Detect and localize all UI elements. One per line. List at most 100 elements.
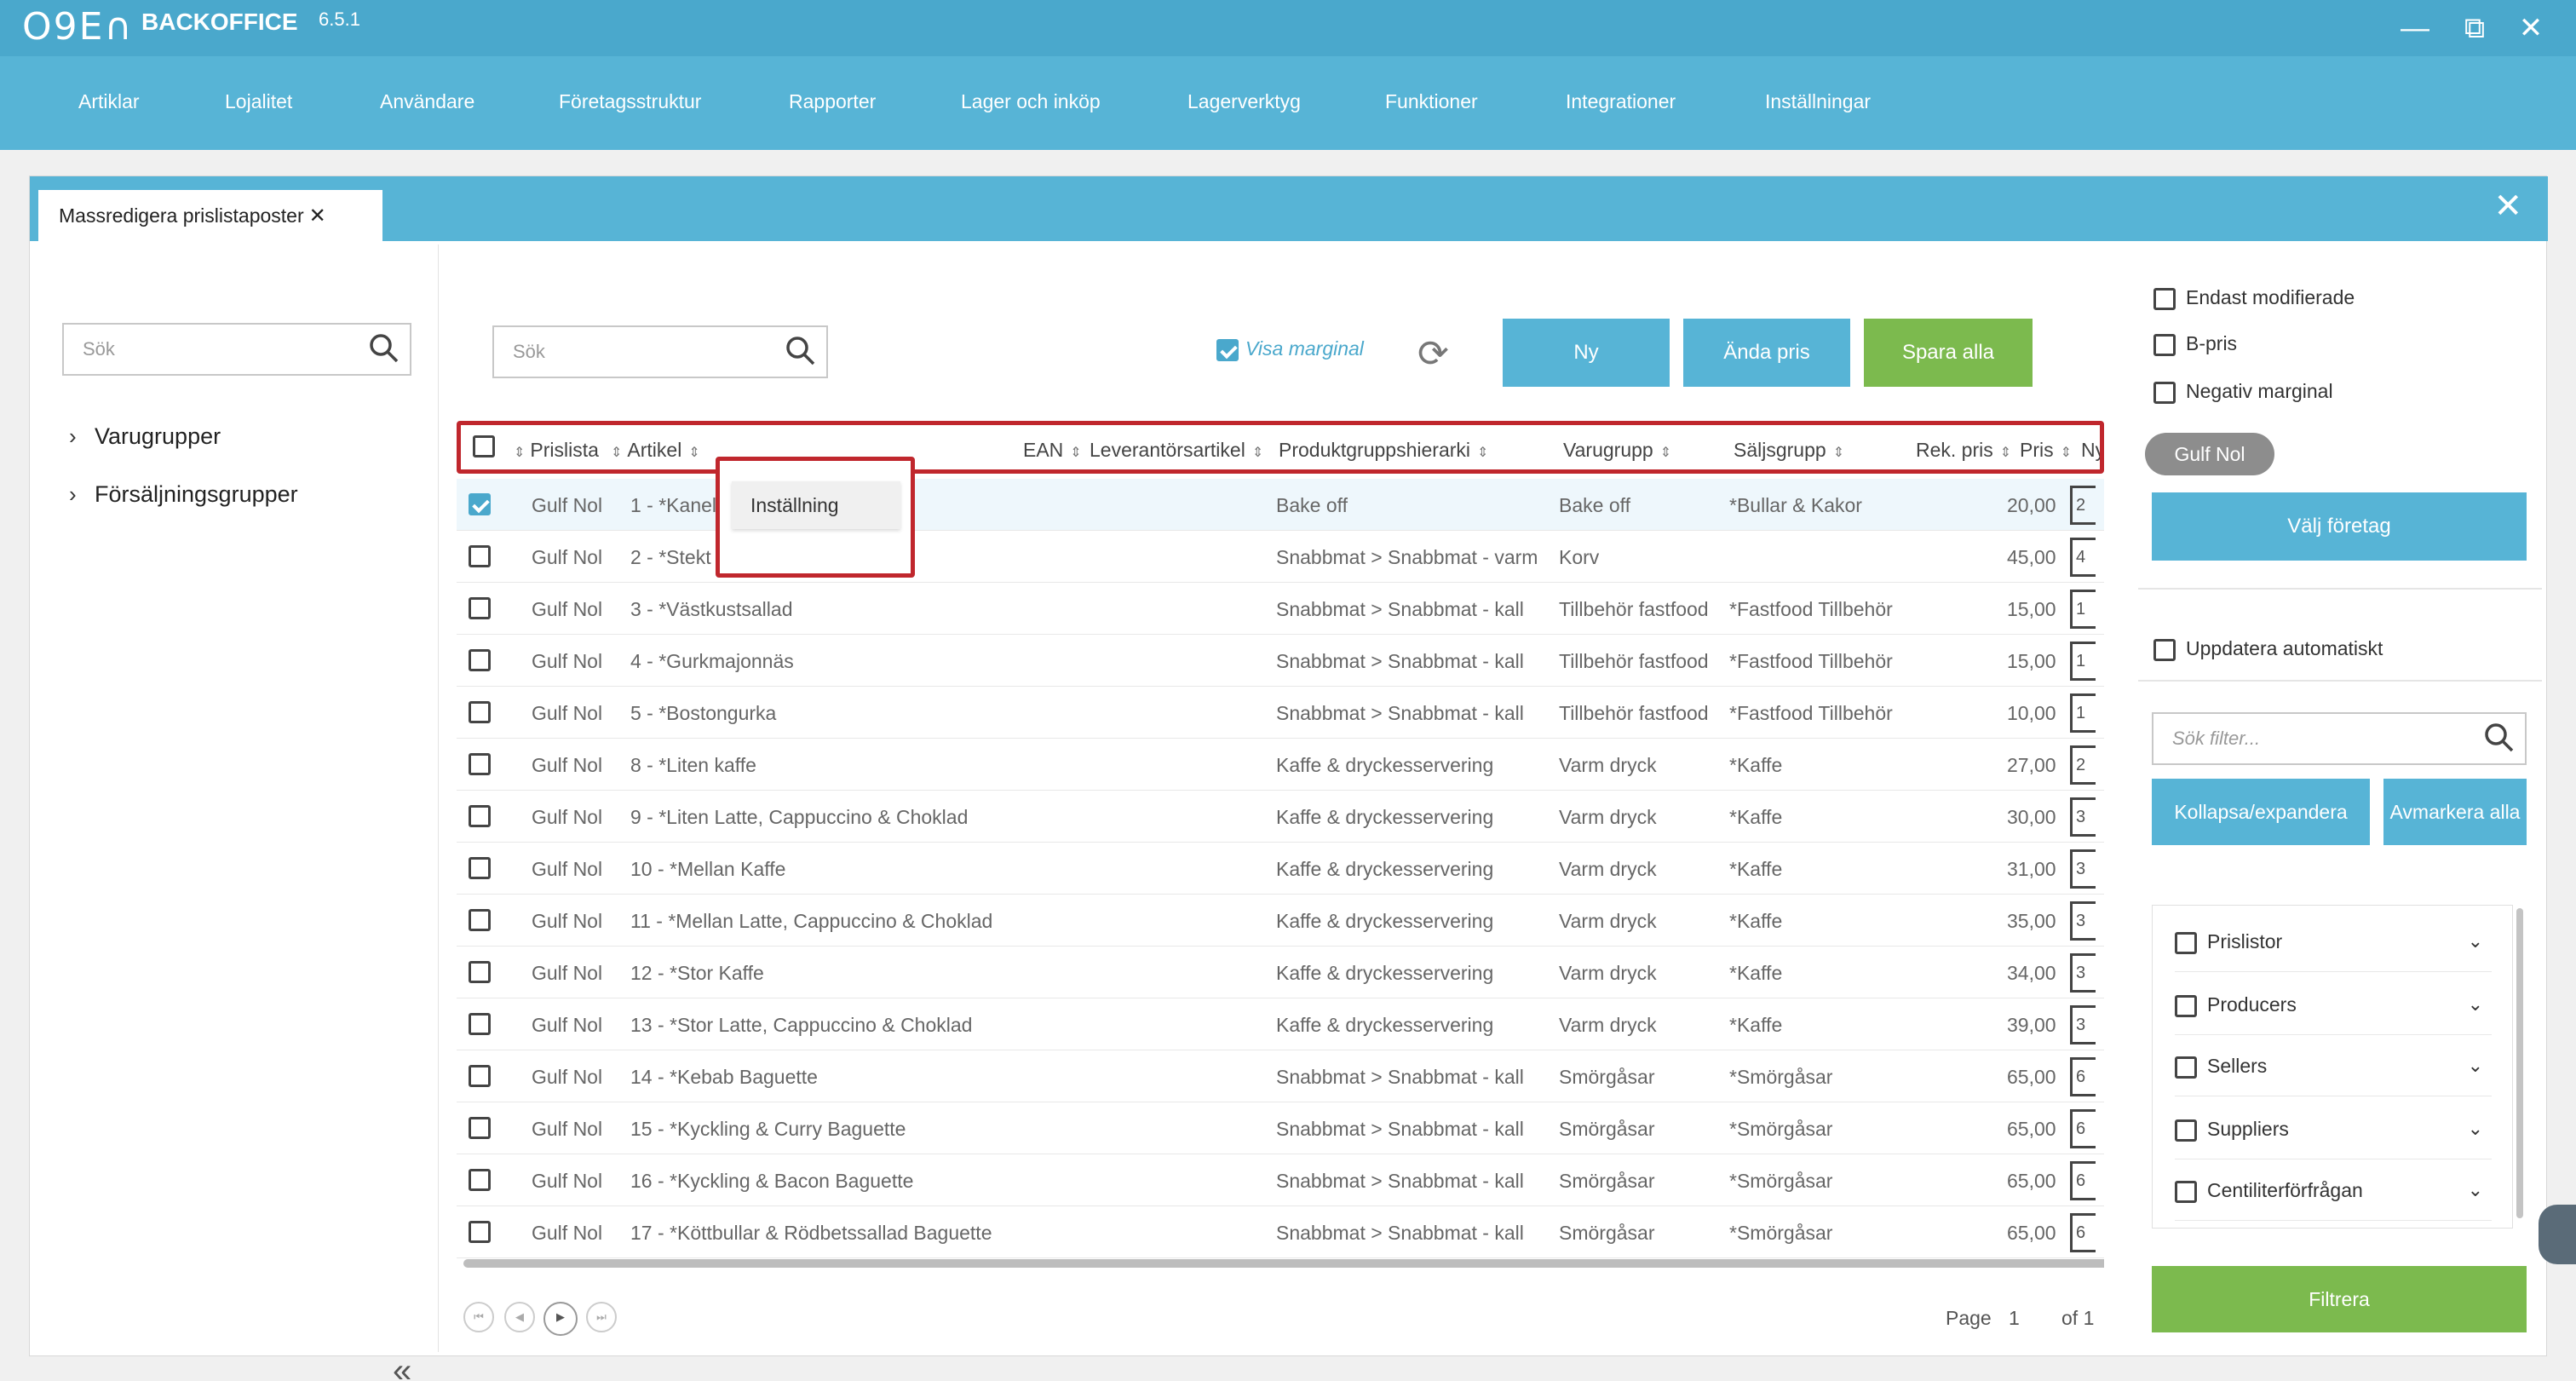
col-leverantorsartikel[interactable]: Leverantörsartikel ⇕ — [1090, 439, 1263, 462]
menu-lojalitet[interactable]: Lojalitet — [225, 90, 292, 113]
menu-funktioner[interactable]: Funktioner — [1385, 90, 1478, 113]
filter-search-input[interactable]: Sök filter... — [2152, 712, 2527, 765]
table-row[interactable]: Gulf Nol 9 - *Liten Latte, Cappuccino & C… — [457, 791, 2104, 843]
checkbox[interactable] — [2175, 994, 2197, 1017]
filter-item-suppliers[interactable]: Suppliers ⌄ — [2175, 1098, 2492, 1159]
filter-item-producers[interactable]: Producers ⌄ — [2175, 974, 2492, 1035]
tab-massredigera[interactable]: Massredigera prislistaposter ✕ — [38, 190, 382, 241]
checkbox[interactable] — [2153, 381, 2176, 404]
table-row[interactable]: Gulf Nol 10 - *Mellan Kaffe Kaffe & drycke… — [457, 843, 2104, 895]
checkbox[interactable] — [2153, 638, 2176, 661]
col-produktgruppshierarki[interactable]: Produktgruppshierarki ⇕ — [1279, 439, 1488, 462]
menu-foretagsstruktur[interactable]: Företagsstruktur — [559, 90, 701, 113]
cell-ny-input[interactable]: 3 — [2070, 849, 2096, 889]
menu-artiklar[interactable]: Artiklar — [78, 90, 140, 113]
cell-ny-input[interactable]: 2 — [2070, 745, 2096, 785]
col-artikel[interactable]: ⇕ Artikel ⇕ — [611, 439, 700, 462]
chevron-down-icon[interactable]: ⌄ — [2468, 1035, 2483, 1096]
menu-lagerverktyg[interactable]: Lagerverktyg — [1187, 90, 1301, 113]
checkbox[interactable] — [2175, 1056, 2197, 1079]
select-all-checkbox[interactable] — [473, 435, 495, 457]
close-window-button[interactable]: ✕ — [2510, 7, 2552, 49]
row-checkbox[interactable] — [469, 1221, 491, 1243]
refresh-icon[interactable]: ⟳ — [1417, 332, 1449, 376]
option-b-pris[interactable]: B-pris — [2153, 332, 2237, 356]
option-uppdatera-automatiskt[interactable]: Uppdatera automatiskt — [2153, 637, 2383, 661]
checkbox[interactable] — [2153, 287, 2176, 310]
row-checkbox[interactable] — [469, 1013, 491, 1035]
col-rek-pris[interactable]: Rek. pris ⇕ — [1916, 439, 2011, 462]
cell-ny-input[interactable]: 1 — [2070, 590, 2096, 629]
visa-marginal-toggle[interactable]: Visa marginal — [1216, 337, 1364, 361]
minimize-button[interactable]: — — [2394, 7, 2436, 49]
menu-rapporter[interactable]: Rapporter — [789, 90, 876, 113]
cell-ny-input[interactable]: 4 — [2070, 538, 2096, 577]
col-varugrupp[interactable]: Varugrupp ⇕ — [1563, 439, 1671, 462]
col-prislista[interactable]: ⇕ Prislista — [514, 439, 599, 462]
kollapsa-expandera-button[interactable]: Kollapsa/expandera — [2152, 779, 2370, 845]
table-row[interactable]: Gulf Nol 2 - *Stekt korv Snabbmat > Snabbm… — [457, 531, 2104, 583]
row-checkbox[interactable] — [469, 1117, 491, 1139]
table-row[interactable]: Gulf Nol 1 - *Kanelbulle Bake off Bake off *… — [457, 479, 2104, 531]
menu-integrationer[interactable]: Integrationer — [1566, 90, 1676, 113]
row-checkbox[interactable] — [469, 961, 491, 983]
prev-page-button[interactable]: ◀ — [504, 1302, 535, 1332]
table-row[interactable]: Gulf Nol 16 - *Kyckling & Bacon Baguette S… — [457, 1154, 2104, 1206]
row-checkbox[interactable] — [469, 701, 491, 723]
last-page-button[interactable]: ⏭ — [586, 1302, 617, 1332]
horizontal-scrollbar[interactable] — [463, 1259, 2104, 1268]
option-endast-modifierade[interactable]: Endast modifierade — [2153, 286, 2355, 310]
row-checkbox[interactable] — [469, 597, 491, 619]
cell-ny-input[interactable]: 3 — [2070, 797, 2096, 837]
table-row[interactable]: Gulf Nol 5 - *Bostongurka Snabbmat > Snabb… — [457, 687, 2104, 739]
table-row[interactable]: Gulf Nol 17 - *Köttbullar & Rödbetssallad… — [457, 1206, 2104, 1258]
filter-item-sellers[interactable]: Sellers ⌄ — [2175, 1035, 2492, 1096]
ny-button[interactable]: Ny — [1503, 319, 1670, 387]
popup-item-installning[interactable]: Inställning — [732, 481, 900, 529]
tree-item-varugrupper[interactable]: › Varugrupper — [69, 423, 221, 450]
menu-installningar[interactable]: Inställningar — [1765, 90, 1871, 113]
checkbox[interactable] — [2175, 931, 2197, 954]
page-number[interactable]: 1 — [2009, 1307, 2020, 1330]
cell-ny-input[interactable]: 3 — [2070, 901, 2096, 941]
left-search-input[interactable]: Sök — [62, 323, 411, 376]
panel-close-icon[interactable]: ✕ — [2493, 187, 2522, 226]
table-row[interactable]: Gulf Nol 3 - *Västkustsallad Snabbmat > Sn… — [457, 583, 2104, 635]
row-checkbox[interactable] — [469, 649, 491, 671]
grid-search-input[interactable]: Sök — [492, 325, 828, 378]
table-row[interactable]: Gulf Nol 11 - *Mellan Latte, Cappuccino &… — [457, 895, 2104, 947]
company-chip[interactable]: Gulf Nol — [2145, 433, 2274, 475]
restore-button[interactable]: ⧉ — [2453, 7, 2496, 49]
checkbox[interactable] — [2175, 1180, 2197, 1203]
cell-ny-input[interactable]: 1 — [2070, 642, 2096, 681]
spara-alla-button[interactable]: Spara alla — [1864, 319, 2033, 387]
search-icon[interactable] — [784, 334, 818, 372]
tree-item-forsaljningsgrupper[interactable]: › Försäljningsgrupper — [69, 481, 298, 508]
andra-pris-button[interactable]: Ända pris — [1683, 319, 1850, 387]
table-row[interactable]: Gulf Nol 4 - *Gurkmajonnäs Snabbmat > Snab… — [457, 635, 2104, 687]
row-checkbox[interactable] — [469, 753, 491, 775]
valj-foretag-button[interactable]: Välj företag — [2152, 492, 2527, 561]
cell-ny-input[interactable]: 6 — [2070, 1213, 2096, 1252]
row-checkbox[interactable] — [469, 857, 491, 879]
menu-anvandare[interactable]: Användare — [380, 90, 474, 113]
col-ean[interactable]: EAN ⇕ — [1023, 439, 1082, 462]
cell-ny-input[interactable]: 2 — [2070, 486, 2096, 525]
search-icon[interactable] — [2482, 721, 2516, 759]
side-handle-icon[interactable] — [2539, 1205, 2576, 1264]
cell-ny-input[interactable]: 3 — [2070, 1005, 2096, 1044]
table-row[interactable]: Gulf Nol 14 - *Kebab Baguette Snabbmat > S… — [457, 1050, 2104, 1102]
cell-ny-input[interactable]: 1 — [2070, 693, 2096, 733]
row-checkbox[interactable] — [469, 1169, 491, 1191]
first-page-button[interactable]: ⏮ — [463, 1302, 494, 1332]
col-ny[interactable]: Ny — [2081, 439, 2100, 462]
search-icon[interactable] — [367, 331, 401, 370]
checkbox[interactable] — [2175, 1119, 2197, 1142]
table-row[interactable]: Gulf Nol 13 - *Stor Latte, Cappuccino & C… — [457, 998, 2104, 1050]
table-row[interactable]: Gulf Nol 15 - *Kyckling & Curry Baguette S… — [457, 1102, 2104, 1154]
filtrera-button[interactable]: Filtrera — [2152, 1266, 2527, 1332]
col-saljsgrupp[interactable]: Säljsgrupp ⇕ — [1734, 439, 1844, 462]
row-checkbox[interactable] — [469, 909, 491, 931]
tab-close-icon[interactable]: ✕ — [309, 204, 326, 227]
menu-lager-och-inkop[interactable]: Lager och inköp — [961, 90, 1101, 113]
